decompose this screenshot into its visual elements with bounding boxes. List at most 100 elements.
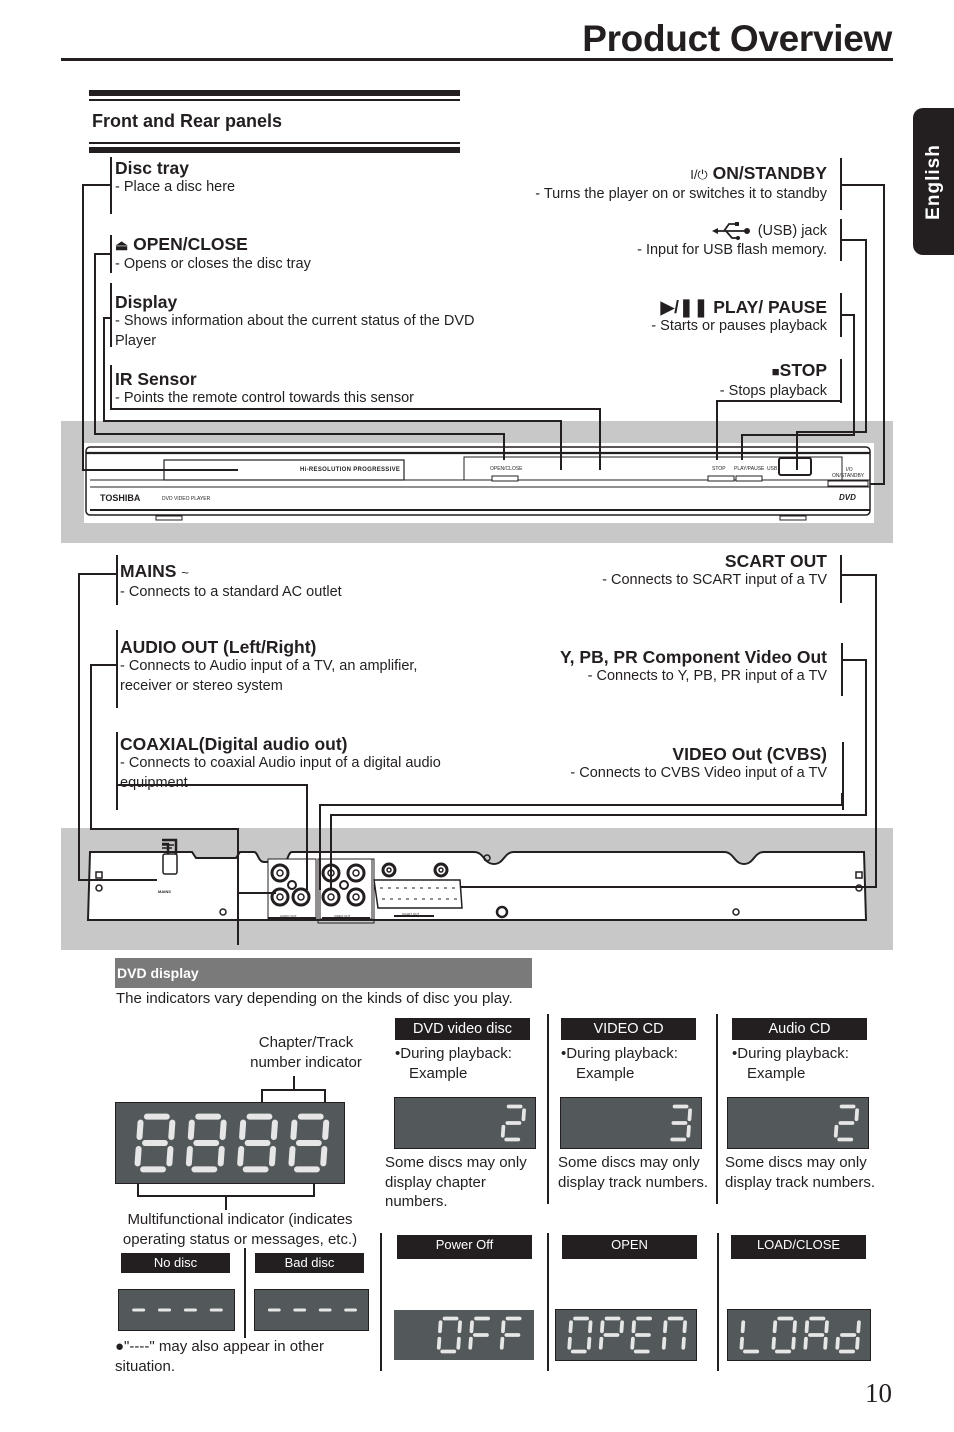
lcd-segment-f (600, 1320, 605, 1334)
lcd-segment-e (134, 1146, 142, 1167)
divider (244, 1248, 246, 1338)
lcd-segment-b (521, 1108, 526, 1122)
state-lcd-open (555, 1309, 697, 1361)
lcd-segment-b (682, 1320, 687, 1334)
lcd-segment-f (438, 1320, 443, 1334)
state-label-power-off: Power Off (397, 1235, 532, 1259)
bad-disc-label: Bad disc (255, 1253, 364, 1273)
column-divider (547, 1233, 549, 1371)
lcd-segment-c (686, 1124, 691, 1138)
disc-type-lcd (727, 1097, 869, 1149)
lcd-segment-c (268, 1146, 277, 1167)
no-disc-digits (132, 1308, 223, 1312)
column-divider (717, 1233, 719, 1371)
lcd-segment-c (456, 1336, 461, 1350)
page-number: 10 (865, 1378, 892, 1408)
lcd-segment-e (185, 1146, 193, 1167)
lcd-segment-f (290, 1119, 298, 1140)
state-digits (739, 1316, 861, 1354)
lcd-segment-f (469, 1320, 474, 1334)
multifunction-indicator-label: Multifunctional indicator (indicates ope… (100, 1210, 380, 1249)
lcd-segment-c (217, 1146, 225, 1167)
state-label-load-close: LOAD/CLOSE (731, 1235, 866, 1259)
lcd-segment-b (856, 1320, 861, 1334)
lcd-segment-f (772, 1320, 778, 1334)
disc-type-note: Some discs may only display track number… (558, 1154, 709, 1191)
disc-type-lcd (394, 1097, 536, 1149)
front-leader-lines (82, 184, 885, 485)
lcd-segment-e (468, 1336, 473, 1350)
lcd-segment-f (740, 1320, 746, 1334)
disc-type-audio-cd: Audio CD •During playback: Example Some … (725, 1018, 880, 1192)
disc-type-line2: Example (747, 1064, 806, 1082)
chapter-label-line: Chapter/Track (258, 1034, 354, 1051)
lcd-segment-f (136, 1119, 144, 1140)
disc-type-label: VIDEO CD (561, 1018, 696, 1040)
lcd-segment-e (237, 1146, 245, 1167)
disc-type-digits (833, 1104, 859, 1142)
lcd-segment-b (270, 1119, 278, 1140)
disc-type-line1: •During playback: (395, 1045, 512, 1062)
state-digits (567, 1316, 687, 1354)
lcd-segment-c (320, 1146, 328, 1167)
lcd-segment-b (687, 1108, 692, 1122)
lcd-segment-f (501, 1320, 506, 1334)
lcd-segment-f (568, 1320, 573, 1334)
lcd-segment-e (500, 1124, 506, 1138)
lcd-segment-e (630, 1336, 635, 1350)
disc-type-note: Some discs may only display chapter numb… (385, 1154, 527, 1210)
lcd-segment-b (824, 1320, 829, 1334)
lcd-segment-c (855, 1336, 860, 1350)
lcd-segment-c (823, 1336, 828, 1350)
state-label-open: OPEN (562, 1235, 697, 1259)
lcd-segment-c (586, 1336, 592, 1350)
lcd-segment-e (771, 1336, 776, 1350)
disc-type-line1: •During playback: (732, 1045, 849, 1062)
state-lcd-power-off (394, 1310, 534, 1360)
column-divider (716, 1014, 718, 1204)
lcd-segment-b (854, 1108, 859, 1122)
disc-type-lcd (560, 1097, 702, 1149)
disc-type-note: Some discs may only display track number… (725, 1154, 876, 1191)
lcd-segment-e (835, 1336, 840, 1350)
lcd-segment-b (457, 1320, 462, 1334)
disc-type-dvd: DVD video disc •During playback: Example… (385, 1018, 545, 1212)
lcd-segment-c (681, 1336, 686, 1350)
disc-type-line2: Example (576, 1064, 635, 1082)
column-divider (380, 1233, 382, 1371)
lcd-segment-b (588, 1320, 593, 1334)
state-lcd-load (727, 1309, 871, 1361)
column-divider (547, 1014, 549, 1204)
lcd-segment-e (436, 1336, 442, 1350)
disc-type-video-cd: VIDEO CD •During playback: Example Some … (558, 1018, 713, 1192)
chapter-indicator-label: Chapter/Track number indicator (226, 1033, 386, 1072)
lcd-segment-f (187, 1119, 195, 1140)
dash-note: ●"----" may also appear in other situati… (115, 1338, 324, 1375)
lcd-segment-f (663, 1320, 668, 1334)
lcd-segment-c (791, 1336, 796, 1350)
bad-disc-lcd (254, 1289, 369, 1331)
lcd-segment-e (288, 1146, 296, 1167)
rear-leader-lines (78, 573, 877, 945)
lcd-segment-e (739, 1336, 744, 1350)
disc-type-line2: Example (409, 1064, 468, 1082)
no-disc-lcd (118, 1289, 235, 1331)
main-lcd-display (115, 1102, 345, 1184)
disc-type-digits (500, 1104, 526, 1142)
disc-type-line1: •During playback: (561, 1045, 678, 1062)
bad-disc-digits (267, 1308, 357, 1312)
disc-type-label: Audio CD (732, 1018, 867, 1040)
lcd-segment-b (619, 1320, 624, 1334)
lcd-segment-f (631, 1320, 636, 1334)
lcd-segment-b (168, 1119, 176, 1140)
dvd-display-intro: The indicators vary depending on the kin… (116, 990, 513, 1007)
lcd-segment-b (219, 1119, 227, 1140)
lcd-segment-e (567, 1336, 572, 1350)
multi-label-line: operating status or messages, etc.) (122, 1230, 358, 1248)
multi-label-line: Multifunctional indicator (indicates (127, 1211, 353, 1228)
lcd-segment-b (322, 1119, 330, 1140)
state-digits (436, 1316, 522, 1354)
lcd-segment-f (239, 1119, 247, 1140)
lcd-segment-e (803, 1336, 808, 1350)
main-lcd-digits (134, 1113, 330, 1173)
